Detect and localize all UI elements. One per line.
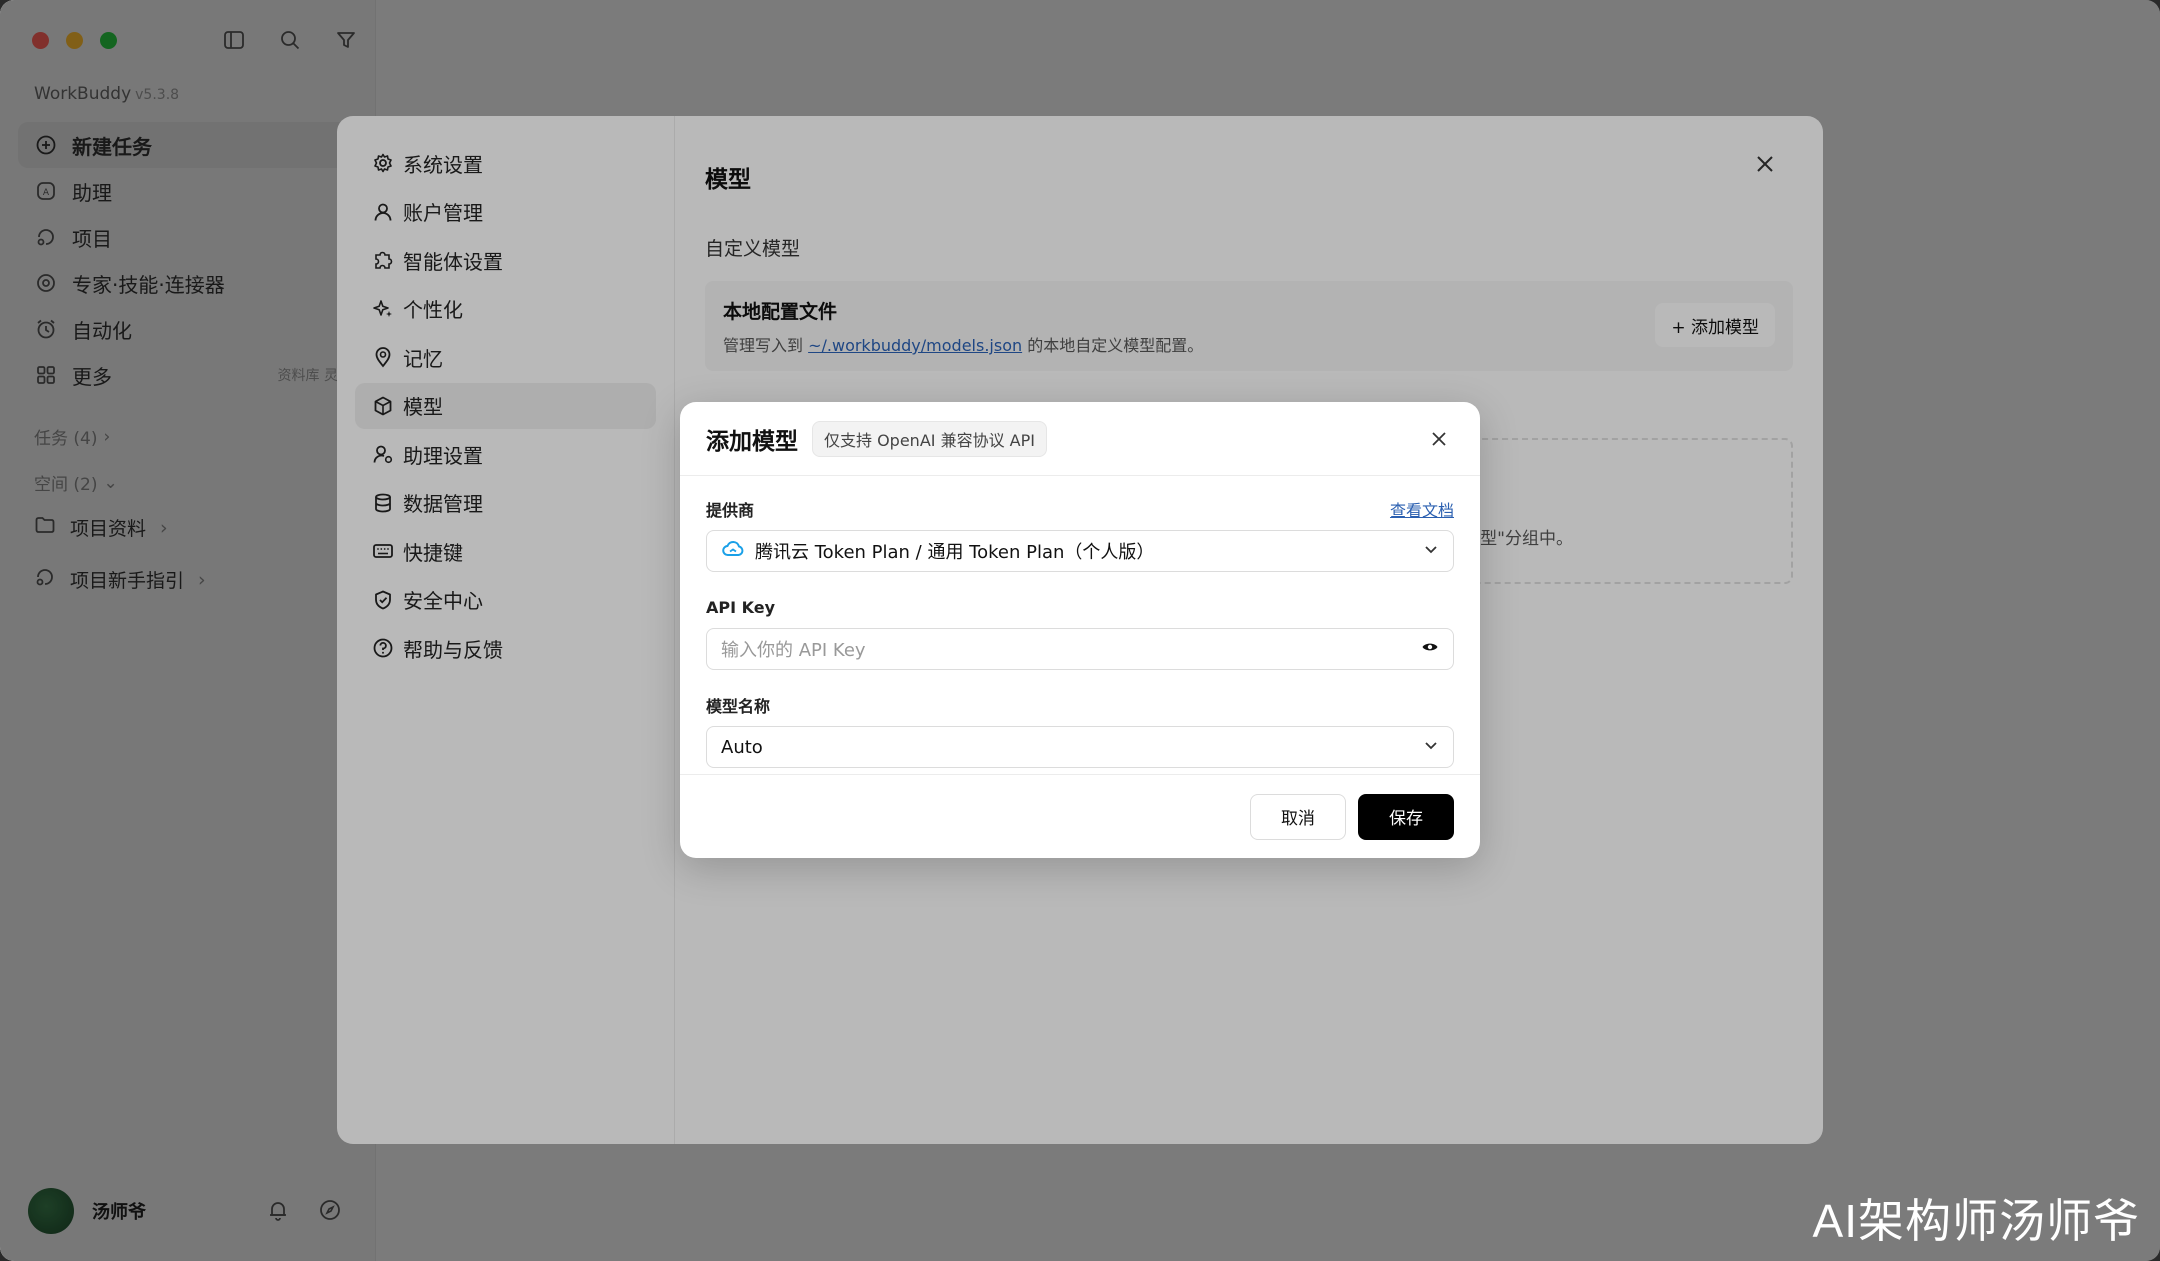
- cancel-button[interactable]: 取消: [1250, 793, 1346, 840]
- provider-value: 腾讯云 Token Plan / 通用 Token Plan（个人版）: [755, 542, 1155, 563]
- cloud-icon: [721, 537, 745, 566]
- dialog-title: 添加模型: [706, 428, 798, 455]
- api-key-label-row: API Key: [706, 592, 1454, 622]
- provider-label: 提供商: [706, 501, 755, 520]
- api-key-placeholder: 输入你的 API Key: [721, 640, 866, 661]
- provider-select[interactable]: 腾讯云 Token Plan / 通用 Token Plan（个人版）: [706, 530, 1454, 572]
- dialog-footer: 取消 保存: [680, 774, 1480, 858]
- watermark: AI架构师汤师爷: [1812, 1195, 2140, 1247]
- chevron-down-icon: [1423, 737, 1439, 758]
- provider-label-row: 提供商 查看文档: [706, 494, 1454, 524]
- model-name-select[interactable]: Auto: [706, 726, 1454, 768]
- compat-badge: 仅支持 OpenAI 兼容协议 API: [812, 420, 1047, 457]
- chevron-down-icon: [1423, 541, 1439, 562]
- add-model-dialog: 添加模型 仅支持 OpenAI 兼容协议 API 提供商 查看文档 腾讯云 To…: [680, 402, 1480, 858]
- model-name-label: 模型名称: [706, 697, 771, 716]
- api-key-input[interactable]: 输入你的 API Key: [706, 628, 1454, 670]
- dialog-header: 添加模型 仅支持 OpenAI 兼容协议 API: [680, 402, 1480, 476]
- dialog-close-button[interactable]: [1424, 424, 1454, 454]
- app-window: WorkBuddy v5.3.8 新建任务 A 助理 项目 专家·技能·连接器 自…: [0, 0, 2160, 1261]
- dialog-body: 提供商 查看文档 腾讯云 Token Plan / 通用 Token Plan（…: [680, 476, 1480, 768]
- model-name-label-row: 模型名称: [706, 690, 1454, 720]
- close-icon: [1432, 431, 1446, 446]
- api-key-label: API Key: [706, 597, 776, 617]
- view-docs-link[interactable]: 查看文档: [1390, 497, 1454, 521]
- model-name-value: Auto: [721, 736, 763, 758]
- eye-icon[interactable]: [1421, 638, 1439, 661]
- save-button[interactable]: 保存: [1358, 793, 1454, 840]
